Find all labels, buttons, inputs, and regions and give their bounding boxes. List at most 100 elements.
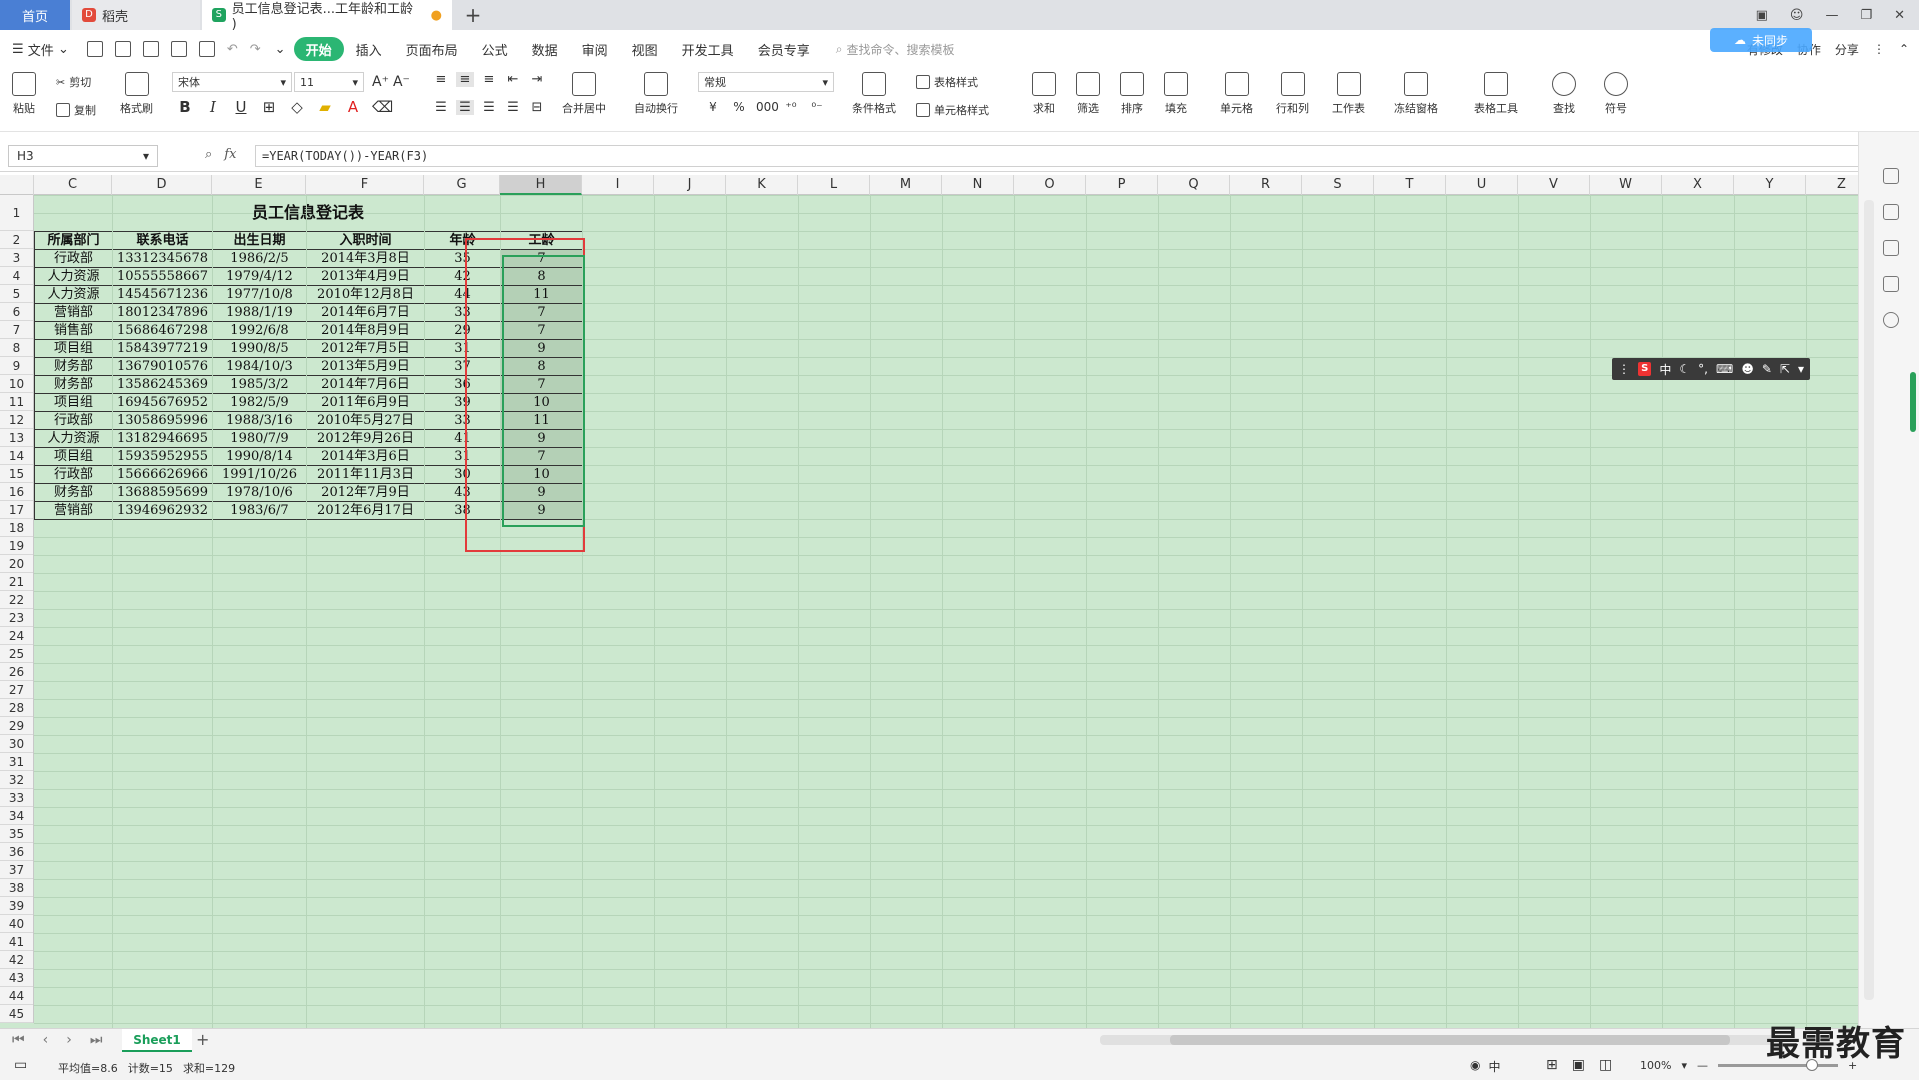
align-bottom-icon[interactable]: ≡ <box>480 72 498 87</box>
tab-document[interactable]: S 员工信息登记表...工年龄和工龄 ) ● <box>202 0 452 32</box>
column-header-j[interactable]: J <box>654 175 726 195</box>
table-cell[interactable]: 1988/1/19 <box>212 303 307 322</box>
menu-review[interactable]: 审阅 <box>570 37 620 61</box>
column-header-p[interactable]: P <box>1086 175 1158 195</box>
cell-style-button[interactable]: 单元格样式 <box>916 102 989 118</box>
expand-icon[interactable]: ⇱ <box>1780 362 1790 376</box>
cloud-sync-button[interactable]: ☁ 未同步 <box>1710 28 1812 52</box>
stat-count[interactable]: 计数=15 <box>128 1060 173 1076</box>
side-scroll-indicator[interactable] <box>1910 372 1916 432</box>
cell-area[interactable]: 员工信息登记表 所属部门 联系电话 出生日期 入职时间 年龄 工龄 行政部 13312345… <box>34 195 1858 1028</box>
column-header-t[interactable]: T <box>1374 175 1446 195</box>
row-header-41[interactable]: 41 <box>0 933 33 951</box>
align-left-icon[interactable]: ☰ <box>432 100 450 115</box>
column-header-s[interactable]: S <box>1302 175 1374 195</box>
row-header-32[interactable]: 32 <box>0 771 33 789</box>
table-cell[interactable]: 18012347896 <box>112 303 213 322</box>
rocket-icon[interactable] <box>1883 168 1899 184</box>
table-cell[interactable]: 15686467298 <box>112 321 213 340</box>
table-cell[interactable]: 1985/3/2 <box>212 375 307 394</box>
select-all-corner[interactable] <box>0 175 34 195</box>
table-cell[interactable]: 2014年7月6日 <box>306 375 425 394</box>
menu-formula[interactable]: 公式 <box>470 37 520 61</box>
add-sheet-button[interactable]: + <box>196 1030 209 1049</box>
table-cell[interactable]: 2014年6月7日 <box>306 303 425 322</box>
column-header-z[interactable]: Z <box>1806 175 1858 195</box>
freeze-panes-button[interactable]: 冻结窗格 <box>1394 72 1438 116</box>
highlight-icon[interactable]: ▰ <box>316 98 334 116</box>
table-cell[interactable]: 2014年3月6日 <box>306 447 425 466</box>
column-header-r[interactable]: R <box>1230 175 1302 195</box>
table-cell[interactable]: 1978/10/6 <box>212 483 307 502</box>
prev-sheet-icon[interactable]: ‹ <box>43 1032 49 1048</box>
close-icon[interactable]: ✕ <box>1894 8 1905 23</box>
share-button[interactable]: 分享 <box>1835 41 1859 58</box>
table-cell[interactable]: 1991/10/26 <box>212 465 307 484</box>
file-menu[interactable]: ☰ 文件 ⌄ <box>0 37 81 61</box>
decrease-font-icon[interactable]: A⁻ <box>393 74 410 90</box>
table-cell[interactable]: 13058695996 <box>112 411 213 430</box>
menu-member[interactable]: 会员专享 <box>746 37 822 61</box>
tab-daoke[interactable]: D 稻壳 <box>72 0 200 30</box>
align-right-icon[interactable]: ☰ <box>480 100 498 115</box>
export-icon[interactable] <box>142 41 159 57</box>
row-header-26[interactable]: 26 <box>0 663 33 681</box>
menu-insert[interactable]: 插入 <box>344 37 394 61</box>
table-cell[interactable]: 15666626966 <box>112 465 213 484</box>
table-style-button[interactable]: 表格样式 <box>916 74 978 90</box>
row-header-37[interactable]: 37 <box>0 861 33 879</box>
table-cell[interactable]: 1983/6/7 <box>212 501 307 520</box>
table-cell[interactable]: 2012年6月17日 <box>306 501 425 520</box>
table-cell[interactable]: 2010年12月8日 <box>306 285 425 304</box>
next-sheet-icon[interactable]: › <box>66 1032 72 1048</box>
row-header-21[interactable]: 21 <box>0 573 33 591</box>
row-header-13[interactable]: 13 <box>0 429 33 447</box>
stat-sum[interactable]: 求和=129 <box>183 1060 235 1076</box>
percent-button[interactable]: % <box>730 100 748 114</box>
row-header-2[interactable]: 2 <box>0 231 33 249</box>
border-icon[interactable]: ⊞ <box>260 98 278 116</box>
table-cell[interactable]: 财务部 <box>34 357 113 376</box>
column-header-k[interactable]: K <box>726 175 798 195</box>
row-header-9[interactable]: 9 <box>0 357 33 375</box>
paste-button[interactable]: 粘贴 <box>12 72 36 116</box>
column-header-m[interactable]: M <box>870 175 942 195</box>
input-mode[interactable]: 中 <box>1488 1058 1500 1075</box>
sum-button[interactable]: 求和 <box>1032 72 1056 116</box>
row-header-45[interactable]: 45 <box>0 1005 33 1023</box>
row-header-22[interactable]: 22 <box>0 591 33 609</box>
row-header-27[interactable]: 27 <box>0 681 33 699</box>
chevron-down-icon[interactable]: ▾ <box>1798 362 1804 376</box>
row-header-14[interactable]: 14 <box>0 447 33 465</box>
symbol-button[interactable]: 符号 <box>1604 72 1628 116</box>
row-header-18[interactable]: 18 <box>0 519 33 537</box>
table-header-cell[interactable]: 所属部门 <box>34 231 113 250</box>
sheet-tab-sheet1[interactable]: Sheet1 <box>122 1029 192 1052</box>
keyboard-icon[interactable]: ⌨ <box>1716 362 1733 376</box>
avatar[interactable]: ☺ <box>1790 8 1804 23</box>
page-layout-view-icon[interactable]: ▣ <box>1572 1057 1585 1073</box>
row-header-34[interactable]: 34 <box>0 807 33 825</box>
copy-button[interactable]: 复制 <box>56 102 96 118</box>
column-header-h[interactable]: H <box>500 175 582 195</box>
cut-button[interactable]: ✂ 剪切 <box>56 74 91 90</box>
ime-toolbar[interactable]: ⋮ S 中 ☾ °, ⌨ ☻ ✎ ⇱ ▾ <box>1612 358 1810 380</box>
table-cell[interactable]: 行政部 <box>34 465 113 484</box>
row-header-24[interactable]: 24 <box>0 627 33 645</box>
indent-decrease-icon[interactable]: ⇤ <box>504 72 522 87</box>
row-header-12[interactable]: 12 <box>0 411 33 429</box>
quick-access-dropdown-icon[interactable]: ⌄ <box>275 42 286 57</box>
table-cell[interactable]: 人力资源 <box>34 267 113 286</box>
menu-home[interactable]: 开始 <box>293 37 344 61</box>
help-icon[interactable] <box>1883 312 1899 328</box>
table-cell[interactable]: 1980/7/9 <box>212 429 307 448</box>
table-cell[interactable]: 人力资源 <box>34 429 113 448</box>
table-header-cell[interactable]: 出生日期 <box>212 231 307 250</box>
column-header-q[interactable]: Q <box>1158 175 1230 195</box>
justify-icon[interactable]: ☰ <box>504 100 522 115</box>
fill-button[interactable]: 填充 <box>1164 72 1188 116</box>
row-header-39[interactable]: 39 <box>0 897 33 915</box>
row-header-16[interactable]: 16 <box>0 483 33 501</box>
menu-developer[interactable]: 开发工具 <box>670 37 746 61</box>
font-size-select[interactable]: 11 ▾ <box>294 72 364 92</box>
